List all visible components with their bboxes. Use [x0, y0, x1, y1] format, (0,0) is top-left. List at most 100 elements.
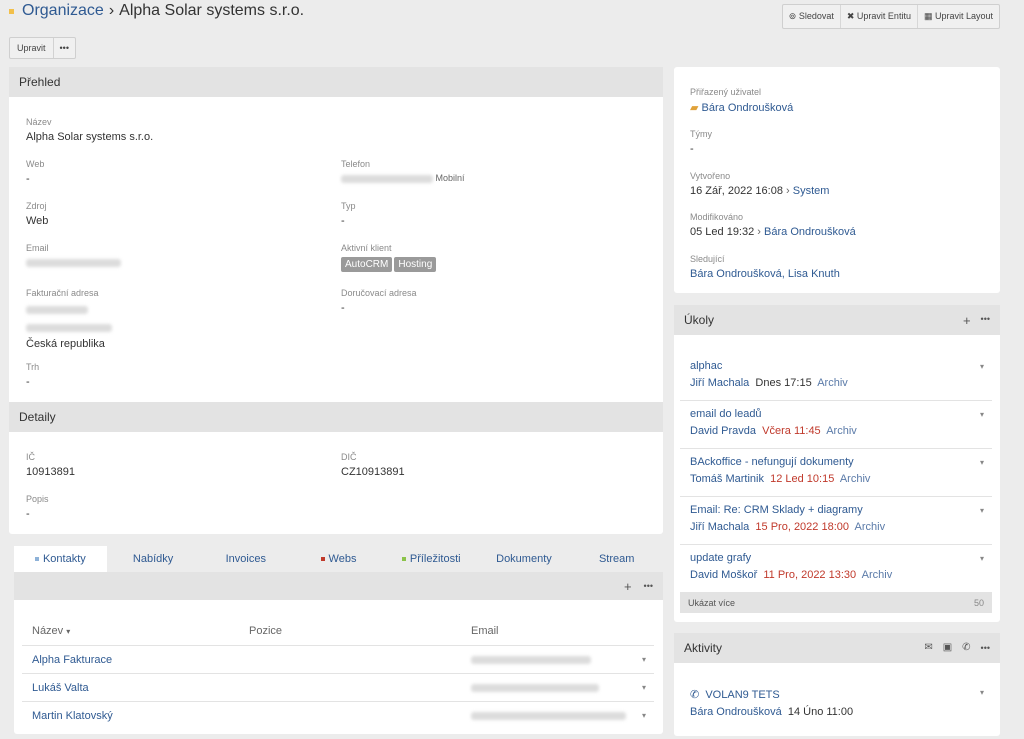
add-icon[interactable]: +	[963, 313, 971, 328]
breadcrumb: Organizace › Alpha Solar systems s.r.o.	[9, 2, 304, 20]
task-date: Včera 11:45	[762, 425, 821, 437]
tab-stream[interactable]: Stream	[570, 546, 663, 572]
header-buttons: ⊚ Sledovat ✖ Upravit Entitu ▦ Upravit La…	[781, 4, 1000, 29]
contacts-col-name[interactable]: Název ▾	[32, 625, 70, 637]
edit-entity-button[interactable]: ✖ Upravit Entitu	[839, 5, 917, 28]
contacts-col-email: Email	[471, 625, 499, 637]
email-label: Email	[26, 243, 49, 253]
tab-nabidky[interactable]: Nabídky	[107, 546, 200, 572]
row-dropdown-icon[interactable]: ▾	[642, 683, 646, 692]
table-row: Lukáš Valta ▾	[22, 673, 654, 701]
more-icon[interactable]: •••	[981, 642, 990, 655]
email-value-redacted[interactable]	[26, 259, 121, 268]
row-dropdown-icon[interactable]: ▾	[642, 655, 646, 664]
client-tag-hosting: Hosting	[394, 257, 437, 272]
row-dropdown-icon[interactable]: ▾	[642, 711, 646, 720]
assigned-user-link[interactable]: Bára Ondroušková	[702, 102, 794, 114]
details-header: Detaily	[9, 402, 663, 432]
modified-label: Modifikováno	[690, 212, 744, 222]
more-icon[interactable]: •••	[981, 313, 990, 328]
activities-panel: Aktivity ✉ ▣ ✆ ••• ✆ VOLAN9 TETS Bára On…	[674, 633, 1000, 736]
tab-invoices[interactable]: Invoices	[199, 546, 292, 572]
source-value: Web	[26, 215, 49, 227]
tab-dot-icon	[34, 557, 39, 562]
more-icon[interactable]: •••	[644, 581, 653, 591]
show-more-row[interactable]: Ukázat více 50	[680, 592, 992, 613]
tab-prilezitosti[interactable]: Příležitosti	[385, 546, 478, 572]
contact-email-redacted[interactable]	[471, 683, 599, 692]
task-status[interactable]: Archiv	[840, 473, 871, 485]
arrow-icon: ›	[757, 226, 761, 238]
task-dropdown-icon[interactable]: ▾	[980, 410, 984, 419]
contact-name-link[interactable]: Alpha Fakturace	[32, 654, 471, 666]
side-info-panel: Přiřazený uživatel ▰ Bára Ondroušková Tý…	[674, 67, 1000, 293]
task-status[interactable]: Archiv	[817, 377, 848, 389]
phone-icon[interactable]: ✆	[962, 642, 970, 655]
phone-icon: ✆	[690, 689, 700, 701]
task-user-link[interactable]: David Pravda	[690, 425, 756, 437]
created-by-link[interactable]: System	[793, 185, 830, 197]
edit-button[interactable]: Upravit	[10, 38, 53, 58]
contact-email-redacted[interactable]	[471, 655, 591, 664]
task-user-link[interactable]: Jiří Machala	[690, 521, 749, 533]
shipping-label: Doručovací adresa	[341, 288, 417, 298]
tab-dokumenty[interactable]: Dokumenty	[478, 546, 571, 572]
calendar-icon[interactable]: ▣	[943, 642, 952, 655]
contacts-toolbar: + •••	[14, 572, 663, 600]
task-user-link[interactable]: Tomáš Martinik	[690, 473, 764, 485]
followers-link[interactable]: Bára Ondroušková, Lisa Knuth	[690, 268, 840, 280]
task-date: 11 Pro, 2022 13:30	[763, 569, 857, 581]
task-status[interactable]: Archiv	[855, 521, 886, 533]
task-dropdown-icon[interactable]: ▾	[980, 458, 984, 467]
task-date: Dnes 17:15	[755, 377, 812, 389]
created-label: Vytvořeno	[690, 171, 731, 181]
breadcrumb-root-link[interactable]: Organizace	[22, 2, 104, 20]
rss-icon: ⊚	[788, 11, 799, 21]
activity-dropdown-icon[interactable]: ▾	[980, 688, 984, 697]
task-dropdown-icon[interactable]: ▾	[980, 362, 984, 371]
ic-label: IČ	[26, 452, 35, 462]
task-name-link[interactable]: BAckoffice - nefungují dokumenty	[690, 456, 854, 468]
add-icon[interactable]: +	[624, 579, 632, 594]
market-value: -	[26, 376, 30, 388]
relations-tabs: Kontakty Nabídky Invoices Webs Příležito…	[14, 546, 663, 572]
contact-name-link[interactable]: Martin Klatovský	[32, 710, 471, 722]
overview-header: Přehled	[9, 67, 663, 97]
task-status[interactable]: Archiv	[862, 569, 893, 581]
billing-street-redacted	[26, 306, 88, 315]
task-status[interactable]: Archiv	[826, 425, 857, 437]
task-dropdown-icon[interactable]: ▾	[980, 506, 984, 515]
task-user-link[interactable]: Jiří Machala	[690, 377, 749, 389]
phone-value-redacted[interactable]	[341, 174, 433, 183]
contact-name-link[interactable]: Lukáš Valta	[32, 682, 471, 694]
edit-layout-button[interactable]: ▦ Upravit Layout	[916, 5, 999, 28]
task-name-link[interactable]: update grafy	[690, 552, 751, 564]
tab-kontakty[interactable]: Kontakty	[14, 546, 107, 572]
task-name-link[interactable]: Email: Re: CRM Sklady + diagramy	[690, 504, 863, 516]
task-name-link[interactable]: email do leadů	[690, 408, 762, 420]
show-more-link[interactable]: Ukázat více	[688, 598, 735, 608]
type-label: Typ	[341, 201, 356, 211]
task-user-link[interactable]: David Moškoř	[690, 569, 757, 581]
task-dropdown-icon[interactable]: ▾	[980, 554, 984, 563]
tasks-count: 50	[973, 597, 984, 608]
tab-dot-icon	[401, 557, 406, 562]
ic-value: 10913891	[26, 466, 75, 478]
task-item: alphac Jiří Machala Dnes 17:15 Archiv ▾	[680, 360, 992, 401]
contact-email-redacted[interactable]	[471, 711, 626, 720]
tab-webs[interactable]: Webs	[292, 546, 385, 572]
more-actions-button[interactable]: •••	[52, 38, 75, 58]
activity-user-link[interactable]: Bára Ondroušková	[690, 706, 782, 718]
web-value: -	[26, 173, 30, 185]
sort-chevron-icon: ▾	[66, 627, 71, 636]
follow-button[interactable]: ⊚ Sledovat	[783, 5, 840, 28]
table-row: Alpha Fakturace ▾	[22, 645, 654, 673]
breadcrumb-separator: ›	[108, 2, 115, 19]
billing-country: Česká republika	[26, 338, 105, 350]
task-date: 12 Led 10:15	[770, 473, 835, 485]
envelope-icon[interactable]: ✉	[924, 642, 932, 655]
modified-by-link[interactable]: Bára Ondroušková	[764, 226, 856, 238]
task-name-link[interactable]: alphac	[690, 360, 722, 372]
activity-name-link[interactable]: VOLAN9 TETS	[705, 689, 779, 701]
activity-date: 14 Úno 11:00	[787, 706, 854, 718]
